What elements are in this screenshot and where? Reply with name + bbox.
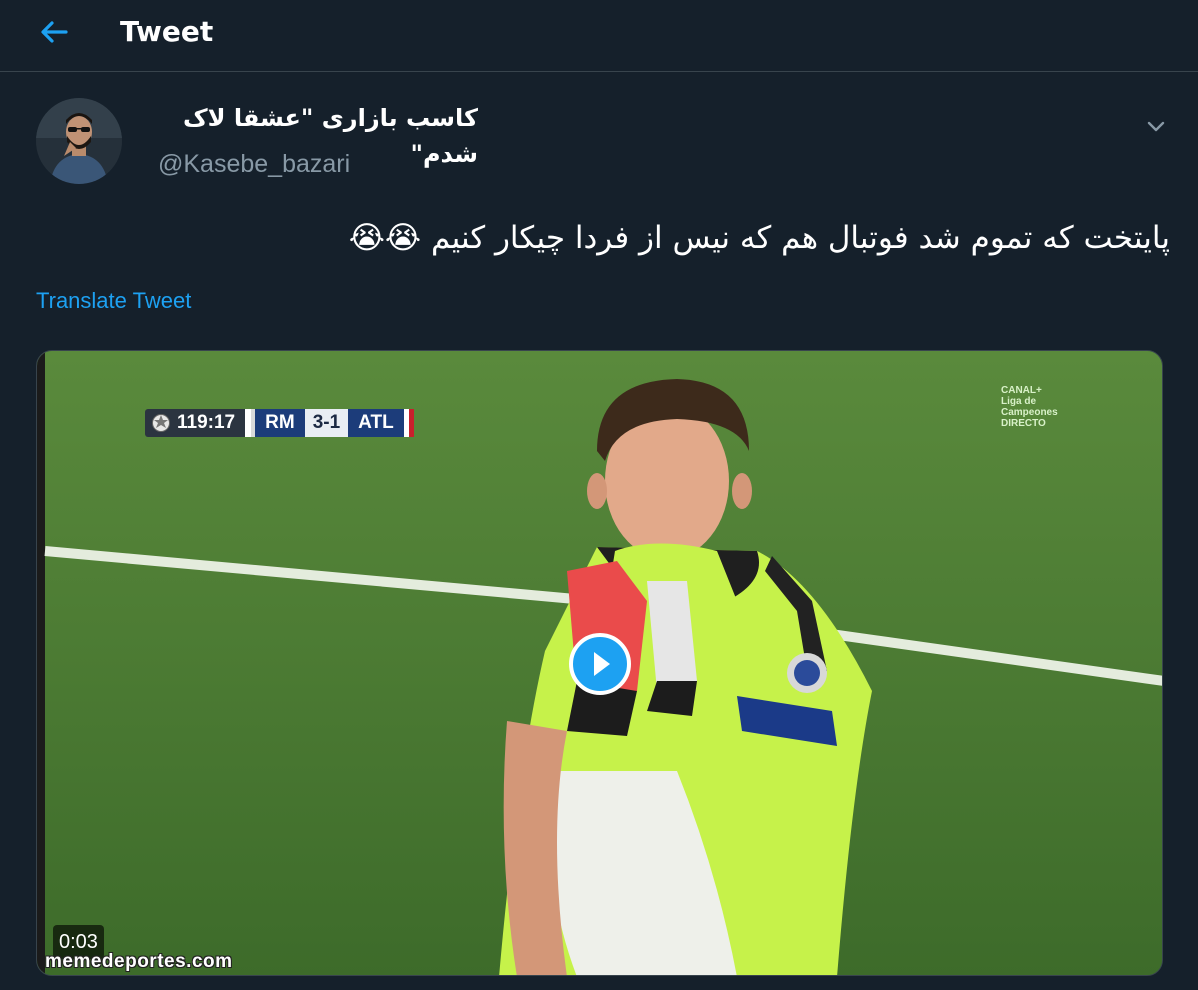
- home-team: RM: [255, 409, 305, 437]
- back-arrow-icon: [41, 21, 68, 43]
- chevron-down-icon: [1147, 121, 1165, 132]
- channel-logo-line: DIRECTO: [1001, 418, 1046, 429]
- score: 3-1: [304, 409, 349, 437]
- away-team: ATL: [348, 409, 404, 437]
- scorebug: 119:17 RM 3-1 ATL: [145, 409, 414, 437]
- back-button[interactable]: [36, 14, 72, 50]
- translate-tweet-link[interactable]: Translate Tweet: [36, 284, 191, 318]
- page-title: Tweet: [120, 15, 214, 48]
- match-clock: 119:17: [145, 409, 246, 437]
- user-handle[interactable]: @Kasebe_bazari: [158, 144, 350, 184]
- watermark: memedeportes.com: [45, 951, 233, 972]
- play-button[interactable]: [569, 633, 631, 695]
- play-icon: [594, 652, 610, 676]
- video-player[interactable]: 119:17 RM 3-1 ATL CANAL+ Liga de Campeon…: [36, 350, 1163, 976]
- channel-logo-line: CANAL+: [1001, 385, 1042, 396]
- away-flag: [403, 409, 414, 437]
- channel-logo: CANAL+ Liga de Campeones DIRECTO: [1001, 385, 1071, 429]
- channel-logo-line: Liga de: [1001, 396, 1037, 407]
- avatar[interactable]: [36, 98, 122, 184]
- channel-logo-line: Campeones: [1001, 407, 1058, 418]
- home-flag: [245, 409, 256, 437]
- ucl-ball-icon: [152, 414, 170, 432]
- tweet-menu-button[interactable]: [1142, 112, 1170, 140]
- match-time: 119:17: [177, 412, 236, 433]
- top-bar: Tweet: [0, 0, 1198, 72]
- tweet-text: پایتخت که تموم شد فوتبال هم که نیس از فر…: [348, 220, 1170, 256]
